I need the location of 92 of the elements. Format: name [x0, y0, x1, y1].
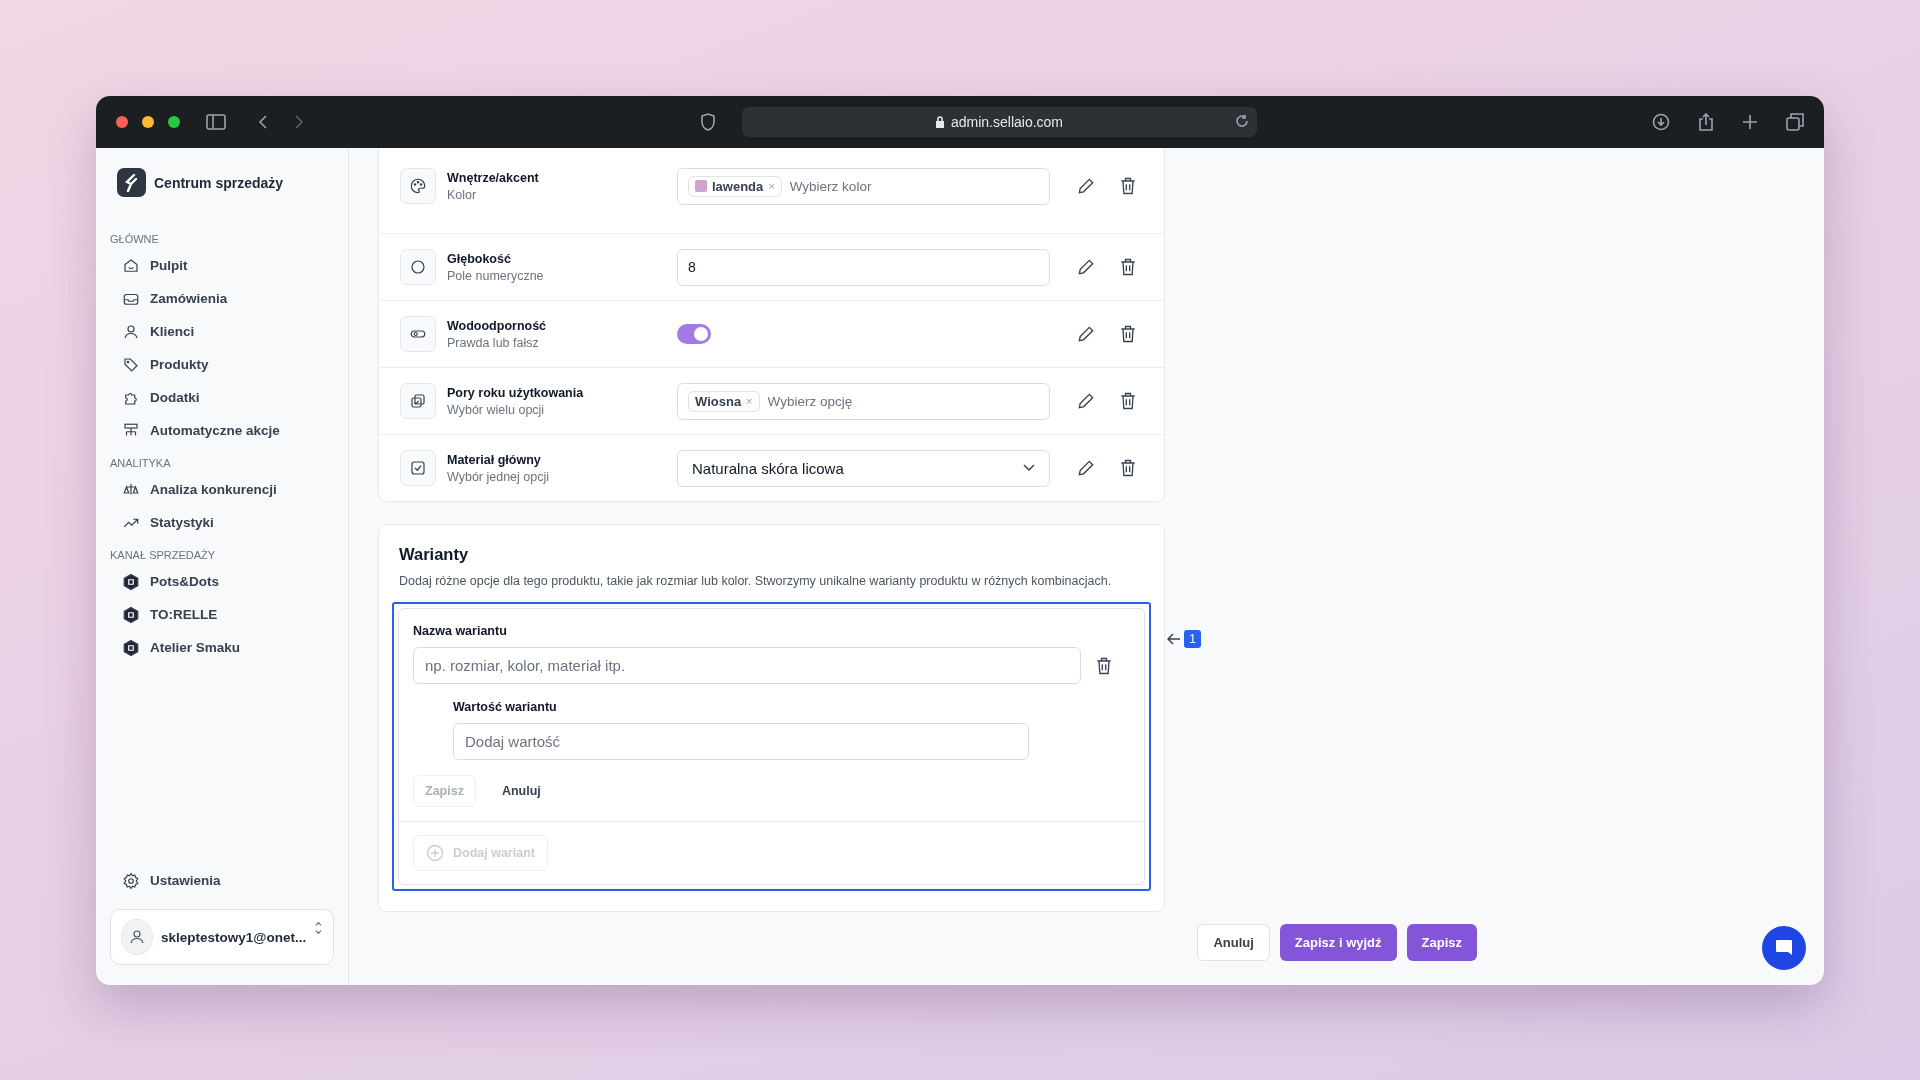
chip-label: Wiosna — [695, 393, 742, 409]
sidebar-item[interactable]: Automatyczne akcje — [110, 414, 334, 447]
attribute-name: Pory roku użytkowania — [447, 385, 585, 400]
window-control[interactable] — [142, 116, 154, 128]
download-icon[interactable] — [1652, 113, 1670, 131]
avatar-icon — [121, 919, 153, 955]
delete-icon[interactable] — [1118, 391, 1138, 411]
delete-icon[interactable] — [1118, 257, 1138, 277]
attribute-type: Pole numeryczne — [447, 268, 545, 283]
sidebar-item[interactable]: Produkty — [110, 348, 334, 381]
multi-select-field[interactable]: Wiosna × Wybierz opcję — [677, 382, 1050, 420]
chevron-updown-icon — [314, 920, 323, 936]
attribute-name: Materiał główny — [447, 452, 542, 467]
attribute-type: Wybór jednej opcji — [447, 469, 551, 484]
hexagon-icon — [122, 638, 140, 657]
attribute-name: Wnętrze/akcent — [447, 170, 540, 185]
tabs-icon[interactable] — [1786, 113, 1804, 131]
window-control[interactable] — [168, 116, 180, 128]
account-switcher[interactable]: skleptestowy1@onet... — [110, 909, 334, 965]
cancel-button[interactable]: Anuluj — [1197, 924, 1270, 961]
sidebar-item[interactable]: Dodatki — [110, 381, 334, 414]
sidebar-item[interactable]: Pulpit — [110, 249, 334, 282]
sidebar-item[interactable]: TO:RELLE — [110, 598, 334, 631]
number-field[interactable]: 8 — [677, 248, 1050, 286]
logo-icon — [117, 168, 146, 197]
brand-name: Centrum sprzedaży — [154, 174, 284, 191]
edit-icon[interactable] — [1076, 176, 1096, 196]
hexagon-icon — [122, 605, 140, 624]
plus-icon[interactable] — [1742, 114, 1758, 130]
delete-icon[interactable] — [1094, 655, 1114, 676]
save-button[interactable]: Zapisz i wyjdź — [1279, 924, 1397, 961]
hexagon-icon — [122, 572, 140, 591]
account-email: skleptestowy1@onet... — [160, 929, 307, 945]
plus-circle-icon — [426, 844, 444, 863]
attribute-type: Wybór wielu opcji — [447, 402, 546, 417]
attribute-name: Wodoodporność — [447, 318, 548, 333]
sidebar-item[interactable]: Statystyki — [110, 506, 334, 539]
tag-icon — [122, 355, 140, 374]
field-label: Nazwa wariantu — [413, 624, 508, 639]
forward-icon[interactable] — [294, 114, 304, 130]
settings-icon — [122, 871, 140, 890]
arrow-icon — [1167, 633, 1181, 645]
chevron-down-icon — [1023, 464, 1035, 472]
input-field[interactable]: np. rozmiar, kolor, materiał itp. — [413, 647, 1081, 685]
back-icon[interactable] — [258, 114, 268, 130]
select-field[interactable]: Naturalna skóra licowa — [677, 449, 1050, 487]
edit-icon[interactable] — [1076, 391, 1096, 411]
url-text: admin.sellaio.com — [950, 114, 1064, 130]
checkbox-icon — [400, 450, 436, 486]
sidebar-toggle-icon[interactable] — [206, 114, 226, 130]
lock-icon — [934, 116, 945, 128]
annotation-badge: 1 — [1184, 630, 1201, 648]
edit-icon[interactable] — [1076, 458, 1096, 478]
section-heading: KANAŁ SPRZEDAŻY — [110, 549, 217, 561]
section-heading: GŁÓWNE — [110, 233, 160, 245]
settings-item[interactable]: Ustawienia — [110, 864, 334, 897]
cancel-button[interactable]: Anuluj — [495, 783, 547, 800]
sidebar-item[interactable]: Zamówienia — [110, 282, 334, 315]
toggle-icon — [400, 316, 436, 352]
attribute-type: Prawda lub fałsz — [447, 335, 540, 350]
section-title: Warianty — [399, 545, 470, 564]
window-control[interactable] — [116, 116, 128, 128]
edit-icon[interactable] — [1076, 257, 1096, 277]
section-heading: ANALITYKA — [110, 457, 172, 469]
checkbox-stack-icon — [400, 383, 436, 419]
chat-icon — [1774, 938, 1794, 958]
attribute-name: Głębokość — [447, 251, 512, 266]
chat-button[interactable] — [1762, 926, 1806, 970]
sidebar-item[interactable]: Klienci — [110, 315, 334, 348]
chip-label: lawenda — [712, 178, 764, 194]
delete-icon[interactable] — [1118, 458, 1138, 478]
palette-icon — [400, 168, 436, 204]
save-button[interactable]: Zapisz — [1406, 924, 1477, 961]
input-field[interactable]: Dodaj wartość — [453, 723, 1029, 761]
address-bar[interactable]: admin.sellaio.com — [741, 107, 1257, 137]
sidebar-item[interactable]: Analiza konkurencji — [110, 473, 334, 506]
delete-icon[interactable] — [1118, 176, 1138, 196]
sidebar-item[interactable]: Atelier Smaku — [110, 631, 334, 664]
delete-icon[interactable] — [1118, 324, 1138, 344]
reload-icon[interactable] — [1234, 114, 1249, 128]
field-label: Wartość wariantu — [453, 700, 558, 715]
section-description: Dodaj różne opcje dla tego produktu, takie jak rozmiar lub kolor. Stworzymy unikalne warianty produktu w różnych kombinacjach. — [399, 573, 1113, 590]
toggle-switch[interactable] — [677, 324, 711, 344]
share-icon[interactable] — [1698, 113, 1714, 131]
chip[interactable]: lawenda × — [688, 175, 782, 197]
attribute-type: Kolor — [447, 187, 478, 202]
person-icon — [122, 322, 140, 341]
shield-icon[interactable] — [699, 113, 716, 131]
color-select-field[interactable]: lawenda × Wybierz kolor — [677, 167, 1050, 205]
edit-icon[interactable] — [1076, 324, 1096, 344]
sidebar-item[interactable]: Pots&Dots — [110, 565, 334, 598]
chip[interactable]: Wiosna × — [688, 390, 760, 412]
